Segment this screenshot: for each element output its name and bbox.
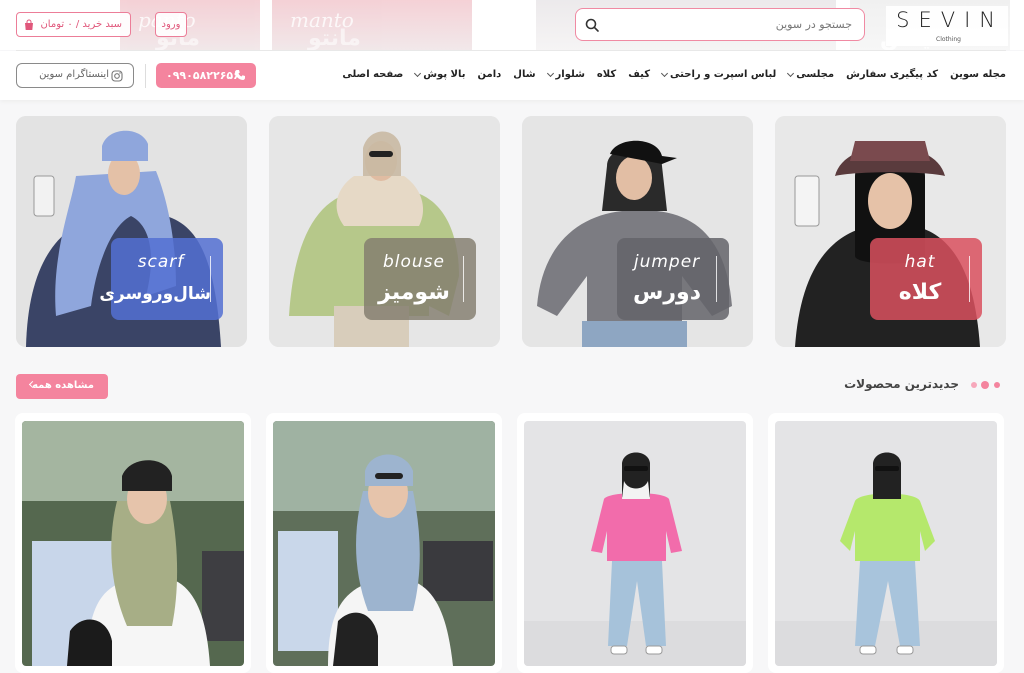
view-all-label: مشاهده همه: [32, 380, 94, 391]
banner-tile: manto مانتو: [272, 0, 472, 50]
label-divider: [715, 256, 717, 302]
menu-label: صفحه اصلی: [342, 69, 404, 80]
category-name-fa: شومیز: [378, 280, 450, 305]
category-card-blouse[interactable]: blouse شومیز: [269, 116, 500, 347]
menu-item-sportswear[interactable]: لباس اسپرت و راحتی: [660, 69, 777, 80]
menu-label: مجلسی: [796, 69, 835, 80]
shopping-bag-icon: [25, 19, 33, 30]
label-divider: [462, 256, 464, 302]
category-name-fa: دورس: [633, 280, 701, 305]
menu-item-home[interactable]: صفحه اصلی: [342, 69, 403, 80]
menu-label: دامن: [477, 69, 502, 80]
nav-menu: صفحه اصلی بالا پوش دامن شال شلوار کلاه ک…: [342, 69, 1006, 80]
chevron-down-icon: [414, 69, 422, 77]
label-divider: [968, 256, 970, 302]
menu-item-order-tracking[interactable]: کد پیگیری سفارش: [846, 69, 938, 80]
banner-text: مانتو: [308, 26, 361, 50]
menu-item-shawl[interactable]: شال: [513, 69, 535, 80]
category-name-en: scarf: [137, 252, 185, 272]
product-image: [273, 421, 495, 666]
section-dots-icon: [971, 381, 1000, 389]
instagram-button[interactable]: اینستاگرام سوین: [16, 63, 134, 88]
phone-number: ۰۹۹۰۵۸۲۲۶۵۶: [166, 69, 240, 82]
category-card-scarf[interactable]: scarf شال‌وروسری: [16, 116, 247, 347]
phone-icon: [235, 70, 245, 80]
category-name-en: hat: [904, 252, 936, 272]
product-card[interactable]: [768, 413, 1004, 673]
view-all-button[interactable]: مشاهده همه: [16, 374, 108, 399]
chevron-down-icon: [546, 69, 554, 77]
banner-tile: pantoماتو: [120, 0, 260, 50]
category-card-hat[interactable]: hat کلاه: [775, 116, 1006, 347]
instagram-icon: [111, 70, 123, 82]
logo-word: SEVIN: [896, 8, 1004, 32]
search-input[interactable]: جستجو در سوین: [575, 8, 865, 41]
phone-button[interactable]: ۰۹۹۰۵۸۲۲۶۵۶: [156, 63, 256, 88]
category-name-en: jumper: [633, 252, 701, 272]
menu-label: کد پیگیری سفارش: [846, 69, 939, 80]
menu-item-bag[interactable]: کیف: [628, 69, 650, 80]
menu-label: کیف: [628, 69, 651, 80]
chevron-down-icon: [787, 69, 795, 77]
category-label: scarf شال‌وروسری: [99, 238, 223, 320]
search-icon[interactable]: [584, 17, 600, 33]
section-title: جدیدترین محصولات: [844, 377, 959, 391]
menu-item-outerwear[interactable]: بالا پوش: [414, 69, 466, 80]
main-nav: اینستاگرام سوین ۰۹۹۰۵۸۲۲۶۵۶ صفحه اصلی با…: [0, 51, 1024, 100]
category-label: jumper دورس: [617, 238, 729, 320]
top-header: pantoماتو mantoمانتو کیشن SEVIN Clothing…: [0, 0, 1024, 50]
category-name-fa: شال‌وروسری: [99, 284, 211, 304]
menu-item-hat[interactable]: کلاه: [597, 69, 616, 80]
menu-item-skirt[interactable]: دامن: [478, 69, 502, 80]
category-label: hat کلاه: [870, 238, 982, 320]
product-image: [22, 421, 244, 666]
label-divider: [209, 256, 211, 302]
menu-item-formal[interactable]: مجلسی: [787, 69, 835, 80]
menu-label: کلاه: [596, 69, 617, 80]
search-placeholder: جستجو در سوین: [775, 18, 852, 31]
login-button[interactable]: ورود: [155, 12, 187, 37]
menu-label: مجله سوین: [950, 69, 1006, 80]
nav-separator: [145, 64, 146, 88]
chevron-down-icon: [660, 69, 669, 77]
product-card[interactable]: [517, 413, 753, 673]
category-name-en: blouse: [382, 252, 445, 272]
menu-label: بالا پوش: [423, 69, 466, 80]
menu-label: شال: [513, 69, 536, 80]
category-label: blouse شومیز: [364, 238, 476, 320]
menu-item-pants[interactable]: شلوار: [546, 69, 585, 80]
product-card[interactable]: [15, 413, 251, 673]
instagram-label: اینستاگرام سوین: [39, 69, 109, 80]
cart-label: سبد خرید / ۰ تومان: [40, 19, 122, 30]
header-banner: pantoماتو mantoمانتو کیشن: [0, 0, 1024, 50]
product-image: [775, 421, 997, 666]
product-card[interactable]: [266, 413, 502, 673]
site-logo[interactable]: SEVIN Clothing: [886, 6, 1008, 46]
category-card-jumper[interactable]: jumper دورس: [522, 116, 753, 347]
category-name-fa: کلاه: [898, 280, 942, 305]
menu-label: لباس اسپرت و راحتی: [670, 69, 777, 80]
menu-label: شلوار: [555, 69, 585, 80]
menu-item-magazine[interactable]: مجله سوین: [950, 69, 1006, 80]
logo-subtitle: Clothing: [936, 36, 961, 43]
cart-button[interactable]: سبد خرید / ۰ تومان: [16, 12, 131, 37]
product-image: [524, 421, 746, 666]
